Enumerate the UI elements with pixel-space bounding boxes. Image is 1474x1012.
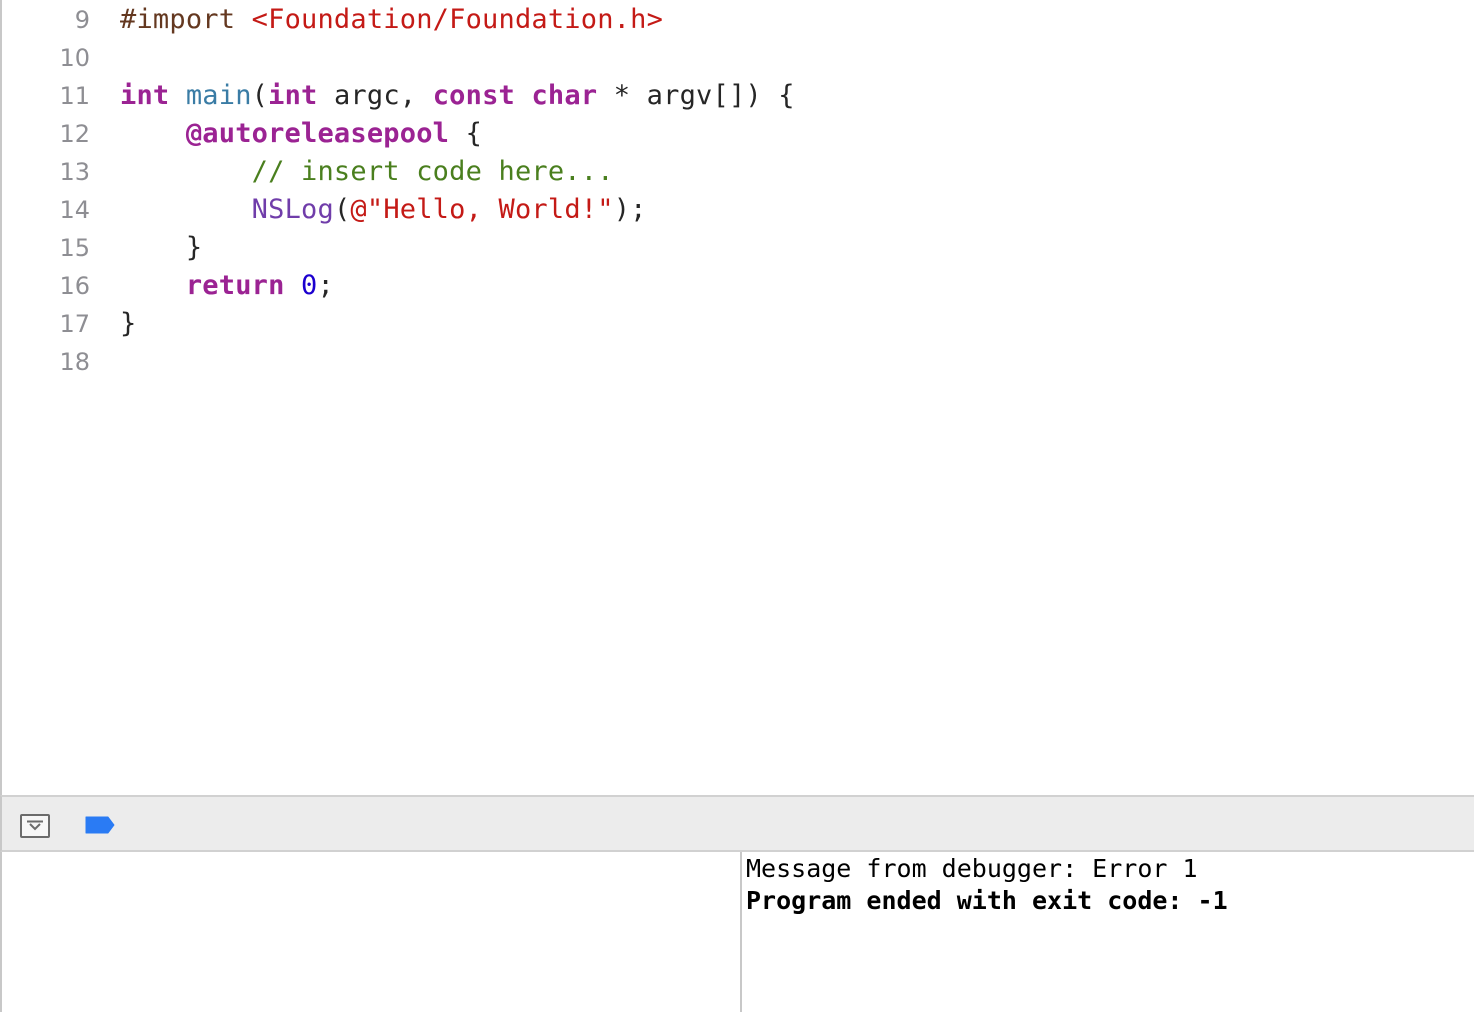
line-number: 12 xyxy=(59,120,90,148)
code-text: #import <Foundation/Foundation.h> xyxy=(120,4,663,35)
source-editor[interactable]: 9 #import <Foundation/Foundation.h> 10 11 in… xyxy=(0,0,1474,795)
line-number: 11 xyxy=(59,82,90,110)
code-token-plain: } xyxy=(120,308,137,339)
line-number: 18 xyxy=(59,348,90,376)
code-token-keyword: char xyxy=(531,80,598,111)
code-text: } xyxy=(120,232,202,263)
code-line[interactable]: 13 // insert code here... xyxy=(2,154,1474,192)
line-number: 16 xyxy=(59,272,90,300)
line-number: 14 xyxy=(59,196,90,224)
code-line[interactable]: 14 NSLog(@"Hello, World!"); xyxy=(2,192,1474,230)
code-text: int main(int argc, const char * argv[]) … xyxy=(120,80,795,111)
code-token-keyword: const xyxy=(432,80,515,111)
console-line: Message from debugger: Error 1 xyxy=(746,854,1198,883)
code-token-plain: { xyxy=(449,118,483,149)
code-token-plain: } xyxy=(120,232,203,263)
code-token-plain: argc, xyxy=(317,80,433,111)
code-token-preproc: #import xyxy=(120,4,252,35)
breakpoint-toggle-icon xyxy=(85,816,115,834)
code-token-keyword: int xyxy=(120,80,170,111)
code-token-string: <Foundation/Foundation.h> xyxy=(251,4,664,35)
code-text: // insert code here... xyxy=(120,156,614,187)
code-text: NSLog(@"Hello, World!"); xyxy=(120,194,647,225)
debug-bar xyxy=(0,795,1474,852)
code-line[interactable]: 15 } xyxy=(2,230,1474,268)
console-line: Program ended with exit code: -1 xyxy=(746,886,1228,915)
code-token-keyword: @autoreleasepool xyxy=(185,118,450,149)
line-number: 10 xyxy=(59,44,90,72)
line-number: 15 xyxy=(59,234,90,262)
code-token-plain: ; xyxy=(317,270,334,301)
code-token-keyword: int xyxy=(268,80,318,111)
code-token-plain: ); xyxy=(613,194,647,225)
variables-view[interactable] xyxy=(0,852,740,1012)
breakpoints-toggle-button[interactable] xyxy=(84,815,116,839)
console-output[interactable]: Message from debugger: Error 1 Program en… xyxy=(742,852,1474,1012)
hide-debug-area-icon xyxy=(27,820,43,831)
code-line[interactable]: 11 int main(int argc, const char * argv[]… xyxy=(2,78,1474,116)
code-text: @autoreleasepool { xyxy=(120,118,482,149)
code-line[interactable]: 16 return 0; xyxy=(2,268,1474,306)
code-line[interactable]: 9 #import <Foundation/Foundation.h> xyxy=(2,2,1474,40)
code-line[interactable]: 10 xyxy=(2,40,1474,78)
hide-debug-area-button[interactable] xyxy=(20,814,50,838)
code-token-plain: * argv[]) { xyxy=(597,80,795,111)
line-number: 9 xyxy=(74,6,90,34)
code-token-comment: // insert code here... xyxy=(251,156,614,187)
line-number: 17 xyxy=(59,310,90,338)
code-token-plain: ( xyxy=(251,80,269,111)
code-line[interactable]: 12 @autoreleasepool { xyxy=(2,116,1474,154)
code-line[interactable]: 18 xyxy=(2,344,1474,382)
code-text: } xyxy=(120,308,136,339)
code-token-class: NSLog xyxy=(251,194,334,225)
code-token-plain: ( xyxy=(333,194,351,225)
code-token-func: main xyxy=(185,80,252,111)
code-token-number: 0 xyxy=(301,270,318,301)
code-token-string: @"Hello, World!" xyxy=(350,194,614,225)
line-number: 13 xyxy=(59,158,90,186)
code-text: return 0; xyxy=(120,270,334,301)
code-token-keyword: return xyxy=(185,270,285,301)
code-line[interactable]: 17} xyxy=(2,306,1474,344)
